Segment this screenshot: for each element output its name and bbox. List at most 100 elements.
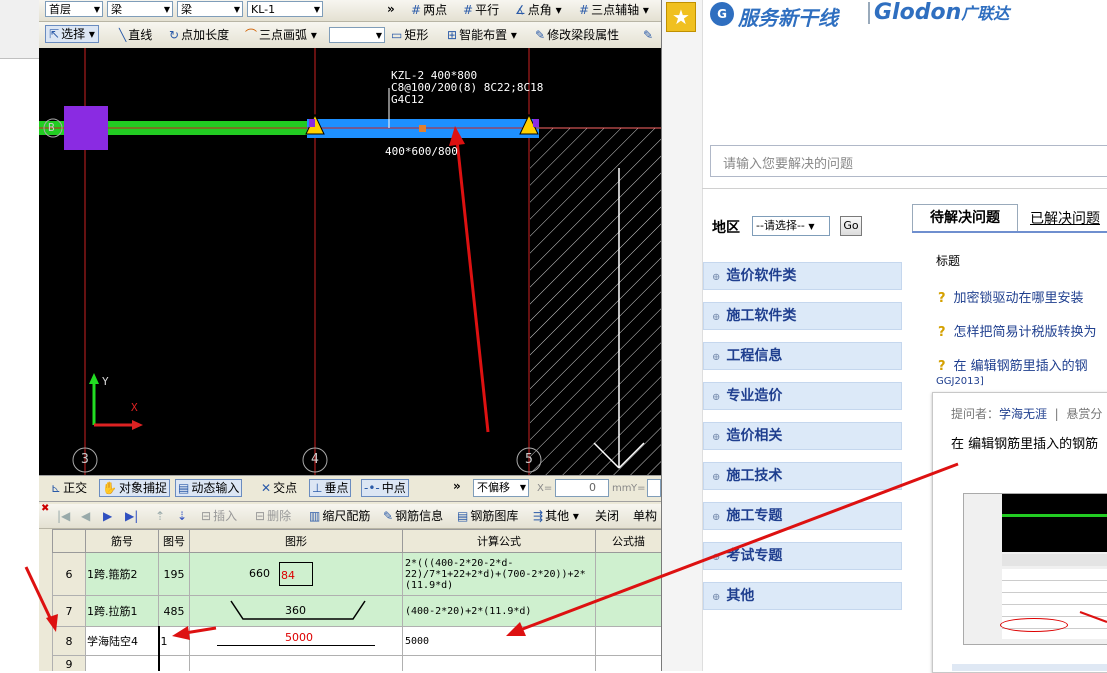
row-number[interactable]: 7	[52, 595, 86, 627]
rebar-info-button[interactable]: ✎ 钢筋信息	[383, 508, 443, 524]
member-type-select[interactable]: 梁 ▼	[177, 1, 243, 17]
bar-name-cell[interactable]: 1跨.拉筋1	[85, 595, 159, 627]
parallel-axis-button[interactable]: # 平行	[463, 2, 499, 18]
category-select[interactable]: 梁 ▼	[107, 1, 173, 17]
point-angle-button[interactable]: ∡ 点角 ▾	[515, 2, 562, 18]
shape-code-cell[interactable]: 485	[158, 595, 190, 627]
shape-cell[interactable]	[189, 655, 403, 671]
three-point-arc-button[interactable]: ⌒ 三点画弧 ▾	[245, 27, 317, 43]
modify-beam-attr-button[interactable]: ✎ 修改梁段属性	[535, 27, 619, 43]
bar-name-cell[interactable]: 学海陆空4	[85, 626, 159, 656]
table-row[interactable]: 6 1跨.箍筋2 195 660 84 2*(((400-2*20-2*d-22…	[52, 552, 661, 596]
point-length-button[interactable]: ↻ 点加长度	[169, 27, 229, 43]
x-coord-input[interactable]: 0	[555, 479, 609, 497]
shape-cell[interactable]: 5000	[189, 626, 403, 656]
insert-row-button[interactable]: ⊟ 插入	[201, 508, 237, 524]
next-record-button[interactable]: ▶	[103, 508, 112, 524]
shape-code-cell[interactable]: 195	[158, 552, 190, 596]
intersection-snap-toggle[interactable]: ✕ 交点	[261, 480, 297, 496]
arc-options-select[interactable]: ▼	[329, 27, 385, 43]
column-left[interactable]	[64, 106, 108, 150]
close-panel-icon[interactable]: ✖	[41, 501, 49, 517]
nav-item-construction-tech[interactable]: ⊕ 施工技术	[703, 462, 902, 490]
tab-pending-questions[interactable]: 待解决问题	[912, 204, 1018, 231]
first-record-button[interactable]: |◀	[57, 508, 70, 524]
formula-cell[interactable]: 5000	[402, 626, 596, 656]
row-number[interactable]: 8	[52, 626, 86, 656]
formula-desc-cell[interactable]	[595, 595, 661, 627]
properties-button[interactable]: ✎	[643, 27, 655, 43]
scale-rebar-button[interactable]: ▥ 缩尺配筋	[309, 508, 370, 524]
column-header[interactable]: 计算公式	[402, 529, 596, 553]
shape-code-cell[interactable]	[157, 655, 190, 671]
row-number[interactable]: 9	[52, 655, 86, 671]
line-tool-button[interactable]: ╲ 直线	[119, 27, 152, 43]
dynamic-input-toggle[interactable]: ▤ 动态输入	[175, 479, 243, 497]
member-name-select[interactable]: KL-1 ▼	[247, 1, 323, 17]
bar-name-cell[interactable]	[85, 655, 159, 671]
question-search-input[interactable]: 请输入您要解决的问题	[710, 145, 1107, 177]
perpendicular-snap-toggle[interactable]: ⊥ 垂点	[309, 479, 352, 497]
rectangle-tool-button[interactable]: ▭ 矩形	[391, 27, 428, 43]
region-select[interactable]: --请选择-- ▼	[752, 216, 830, 236]
beam-midpoint-grip[interactable]	[419, 125, 426, 132]
cad-drawing-canvas[interactable]: KZL-2 400*800 C8@100/200(8) 8C22;8C18 G4…	[39, 48, 661, 475]
bar-name-cell[interactable]: 1跨.箍筋2	[85, 552, 159, 596]
question-link-2[interactable]: ? 怎样把简易计税版转换为	[938, 321, 1097, 340]
formula-desc-cell[interactable]	[595, 655, 661, 671]
formula-desc-cell[interactable]	[595, 626, 661, 656]
offset-mode-select[interactable]: 不偏移 ▼	[473, 479, 529, 497]
ortho-toggle[interactable]: ⊾ 正交	[51, 480, 87, 496]
move-up-icon[interactable]: ⇡	[155, 508, 165, 524]
column-header[interactable]: 图形	[189, 529, 403, 553]
row-number[interactable]: 6	[52, 552, 86, 596]
question-link-1[interactable]: ? 加密锁驱动在哪里安装	[938, 287, 1084, 306]
formula-cell[interactable]: 2*(((400-2*20-2*d-22)/7*1+22+2*d)+(700-2…	[402, 552, 596, 596]
three-point-axis-button[interactable]: # 三点辅轴 ▾	[579, 2, 649, 18]
table-row[interactable]: 7 1跨.拉筋1 485 360 (400-2*20)+2*(11.9*d)	[52, 595, 661, 627]
move-down-icon[interactable]: ⇣	[177, 508, 187, 524]
column-header[interactable]: 筋号	[85, 529, 159, 553]
formula-cell[interactable]	[402, 655, 596, 671]
question-link-3[interactable]: ? 在 编辑钢筋里插入的钢	[938, 355, 1088, 374]
tab-solved-questions[interactable]: 已解决问题	[1030, 208, 1100, 228]
y-coord-input[interactable]	[647, 479, 661, 497]
formula-desc-cell[interactable]	[595, 552, 661, 596]
delete-row-button[interactable]: ⊟ 删除	[255, 508, 291, 524]
smart-layout-button[interactable]: ⊞ 智能布置 ▾	[447, 27, 517, 43]
rebar-library-button[interactable]: ▤ 钢筋图库	[457, 508, 518, 524]
nav-item-cost-software[interactable]: ⊕ 造价软件类	[703, 262, 902, 290]
question-screenshot-thumbnail[interactable]	[963, 493, 1107, 645]
shape-cell[interactable]: 660 84	[189, 552, 403, 596]
column-header[interactable]: 图号	[158, 529, 190, 553]
table-row[interactable]: 9	[52, 655, 661, 671]
close-button[interactable]: 关闭	[595, 508, 619, 524]
shape-code-cell[interactable]: 1	[157, 626, 190, 656]
formula-cell[interactable]: (400-2*20)+2*(11.9*d)	[402, 595, 596, 627]
toolbar-overflow-button[interactable]: »	[387, 1, 395, 17]
column-header[interactable]: 公式描	[595, 529, 661, 553]
nav-item-construction-topics[interactable]: ⊕ 施工专题	[703, 502, 902, 530]
nav-item-professional-cost[interactable]: ⊕ 专业造价	[703, 382, 902, 410]
shape-cell[interactable]: 360	[189, 595, 403, 627]
floor-select[interactable]: 首层 ▼	[45, 1, 103, 17]
last-record-button[interactable]: ▶|	[125, 508, 138, 524]
favorites-star-icon[interactable]: ★	[666, 2, 696, 32]
nav-item-exam-topics[interactable]: ⊕ 考试专题	[703, 542, 902, 570]
midpoint-snap-toggle[interactable]: -•- 中点	[361, 479, 409, 497]
snapbar-overflow-button[interactable]: »	[453, 478, 461, 494]
asker-name[interactable]: 学海无涯	[999, 407, 1047, 421]
two-point-axis-button[interactable]: # 两点	[411, 2, 447, 18]
nav-item-cost-related[interactable]: ⊕ 造价相关	[703, 422, 902, 450]
nav-item-other[interactable]: ⊕ 其他	[703, 582, 902, 610]
other-menu-button[interactable]: ⇶ 其他 ▾	[533, 508, 579, 524]
single-member-button[interactable]: 单构	[633, 508, 657, 524]
delete-label: 删除	[267, 509, 292, 523]
object-snap-toggle[interactable]: ✋ 对象捕捉	[99, 479, 170, 497]
nav-item-construction-software[interactable]: ⊕ 施工软件类	[703, 302, 902, 330]
select-tool-button[interactable]: ⇱ 选择 ▾	[45, 25, 99, 43]
nav-item-project-info[interactable]: ⊕ 工程信息	[703, 342, 902, 370]
prev-record-button[interactable]: ◀	[81, 508, 90, 524]
region-go-button[interactable]: Go	[840, 216, 862, 236]
table-row[interactable]: 8 学海陆空4 1 5000 5000	[52, 626, 661, 656]
